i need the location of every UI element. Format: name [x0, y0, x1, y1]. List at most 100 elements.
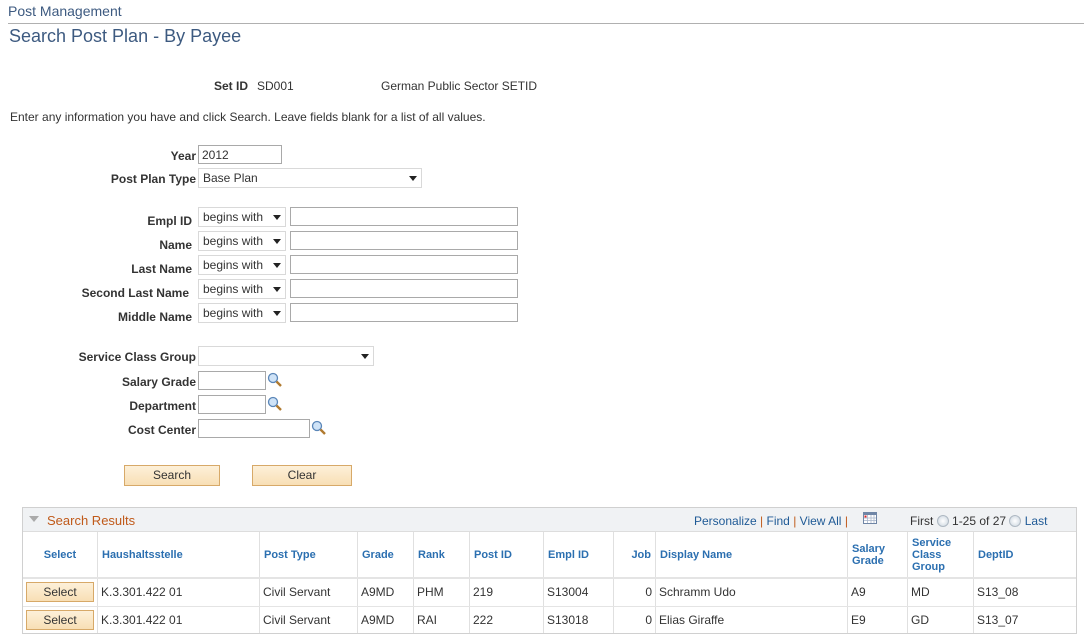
view-all-link[interactable]: View All	[800, 514, 842, 528]
page-title: Search Post Plan - By Payee	[9, 26, 242, 46]
row-select-button[interactable]: Select	[26, 610, 94, 630]
first-link[interactable]: First	[910, 514, 933, 528]
divider	[8, 23, 1084, 24]
setid-label: Set ID	[213, 79, 248, 93]
breadcrumb: Post Management	[8, 3, 122, 19]
separator: |	[844, 514, 848, 528]
last-name-input[interactable]	[290, 255, 518, 274]
cell-haushaltsstelle: K.3.301.422 01	[97, 606, 260, 633]
cell-deptid: S13_08	[973, 578, 1076, 607]
cell-rank: PHM	[413, 578, 470, 607]
post-plan-type-label: Post Plan Type	[110, 172, 196, 186]
cell-rank: RAI	[413, 606, 470, 633]
cell-deptid: S13_07	[973, 606, 1076, 633]
col-post-type[interactable]: Post Type	[259, 532, 358, 579]
cell-display-name: Elias Giraffe	[655, 606, 848, 633]
department-label: Department	[129, 399, 196, 413]
instructions: Enter any information you have and click…	[10, 110, 486, 124]
col-service-class-group[interactable]: Service Class Group	[907, 532, 974, 579]
lookup-search-icon[interactable]	[267, 396, 283, 412]
separator: |	[793, 514, 797, 528]
service-class-group-label: Service Class Group	[78, 350, 196, 364]
next-arrow-icon[interactable]	[1009, 515, 1022, 527]
cell-post-type: Civil Servant	[259, 606, 358, 633]
name-label: Name	[159, 238, 192, 252]
second-last-name-operator-select[interactable]: begins with	[198, 279, 286, 299]
chevron-down-icon	[273, 238, 281, 244]
col-salary-grade[interactable]: Salary Grade	[847, 532, 908, 579]
previous-arrow-icon[interactable]	[936, 515, 949, 527]
year-input[interactable]	[198, 145, 282, 164]
last-name-operator-select[interactable]: begins with	[198, 255, 286, 275]
operator-value: begins with	[203, 234, 264, 248]
operator-value: begins with	[203, 210, 264, 224]
clear-button[interactable]: Clear	[252, 465, 352, 486]
empl-id-label: Empl ID	[147, 214, 192, 228]
chevron-down-icon	[273, 286, 281, 292]
lookup-search-icon[interactable]	[267, 372, 283, 388]
last-link[interactable]: Last	[1025, 514, 1048, 528]
cell-service-class-group: MD	[907, 578, 974, 607]
setid-value: SD001	[257, 79, 294, 93]
cost-center-label: Cost Center	[127, 423, 196, 437]
empl-id-operator-select[interactable]: begins with	[198, 207, 286, 227]
salary-grade-label: Salary Grade	[121, 375, 196, 389]
cell-grade: A9MD	[357, 578, 414, 607]
grid-header: Search Results Personalize | Find | View…	[23, 508, 1076, 532]
col-job[interactable]: Job	[613, 532, 656, 579]
chevron-down-icon	[273, 262, 281, 268]
collapse-triangle-icon[interactable]	[29, 516, 39, 522]
cell-grade: A9MD	[357, 606, 414, 633]
cell-salary-grade: A9	[847, 578, 908, 607]
row-select-button[interactable]: Select	[26, 582, 94, 603]
empl-id-input[interactable]	[290, 207, 518, 226]
post-plan-type-select[interactable]: Base Plan	[198, 168, 422, 188]
salary-grade-input[interactable]	[198, 371, 266, 390]
col-select: Select	[23, 532, 98, 579]
chevron-down-icon	[273, 214, 281, 220]
col-haushaltsstelle[interactable]: Haushaltsstelle	[97, 532, 260, 579]
operator-value: begins with	[203, 282, 264, 296]
name-input[interactable]	[290, 231, 518, 250]
last-name-label: Last Name	[131, 262, 192, 276]
search-results-grid: Search Results Personalize | Find | View…	[22, 507, 1077, 634]
cell-post-id: 219	[469, 578, 544, 607]
middle-name-operator-select[interactable]: begins with	[198, 303, 286, 323]
cell-empl-id: S13018	[543, 606, 614, 633]
table-row: Select K.3.301.422 01 Civil Servant A9MD…	[23, 578, 1076, 607]
col-deptid[interactable]: DeptID	[973, 532, 1076, 579]
operator-value: begins with	[203, 306, 264, 320]
setid-description: German Public Sector SETID	[381, 79, 538, 93]
operator-value: begins with	[203, 258, 264, 272]
search-button[interactable]: Search	[124, 465, 220, 486]
col-grade[interactable]: Grade	[357, 532, 414, 579]
col-rank[interactable]: Rank	[413, 532, 470, 579]
second-last-name-input[interactable]	[290, 279, 518, 298]
separator: |	[760, 514, 764, 528]
cell-job: 0	[613, 606, 656, 633]
col-empl-id[interactable]: Empl ID	[543, 532, 614, 579]
year-label: Year	[170, 149, 196, 163]
middle-name-input[interactable]	[290, 303, 518, 322]
download-spreadsheet-icon[interactable]	[863, 512, 877, 524]
col-post-id[interactable]: Post ID	[469, 532, 544, 579]
personalize-link[interactable]: Personalize	[694, 514, 757, 528]
name-operator-select[interactable]: begins with	[198, 231, 286, 251]
results-table: Select Haushaltsstelle Post Type Grade R…	[23, 532, 1076, 633]
col-display-name[interactable]: Display Name	[655, 532, 848, 579]
page-range: 1-25 of 27	[952, 514, 1007, 528]
lookup-search-icon[interactable]	[311, 420, 327, 436]
cell-haushaltsstelle: K.3.301.422 01	[97, 578, 260, 607]
cell-display-name: Schramm Udo	[655, 578, 848, 607]
department-input[interactable]	[198, 395, 266, 414]
cost-center-input[interactable]	[198, 419, 310, 438]
cell-job: 0	[613, 578, 656, 607]
find-link[interactable]: Find	[767, 514, 790, 528]
service-class-group-select[interactable]	[198, 346, 374, 366]
chevron-down-icon	[409, 175, 417, 181]
table-row: Select K.3.301.422 01 Civil Servant A9MD…	[23, 606, 1076, 633]
middle-name-label: Middle Name	[117, 310, 192, 324]
cell-empl-id: S13004	[543, 578, 614, 607]
cell-post-type: Civil Servant	[259, 578, 358, 607]
table-header-row: Select Haushaltsstelle Post Type Grade R…	[23, 532, 1076, 579]
